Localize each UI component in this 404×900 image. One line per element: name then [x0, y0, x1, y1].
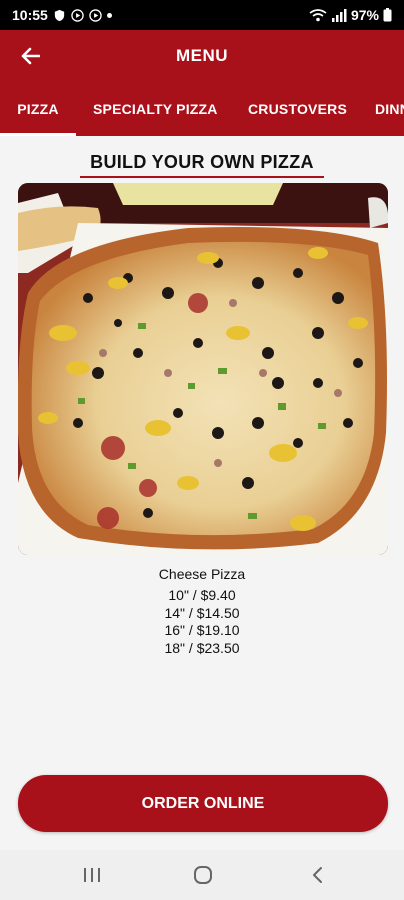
wifi-icon — [309, 8, 327, 21]
recent-apps-icon[interactable] — [81, 865, 103, 885]
status-bar: 10:55 97% — [0, 0, 404, 30]
section-title: BUILD YOUR OWN PIZZA — [0, 152, 404, 178]
arrow-left-icon — [21, 47, 40, 65]
back-icon[interactable] — [307, 865, 329, 885]
notification-dot-icon — [106, 12, 112, 18]
section-title-text: BUILD YOUR OWN PIZZA — [80, 152, 324, 178]
battery-percent: 97% — [350, 7, 379, 23]
price-16in: 16" / $19.10 — [164, 622, 240, 638]
price-10in: 10" / $9.40 — [168, 587, 236, 603]
page-title: MENU — [175, 46, 229, 65]
active-tab-indicator — [0, 133, 76, 136]
price-list: 10" / $9.40 14" / $14.50 16" / $19.10 18… — [0, 587, 404, 657]
tab-label: PIZZA — [17, 101, 59, 117]
play-icon — [71, 8, 84, 22]
shield-icon — [54, 9, 64, 21]
play-icon — [89, 8, 102, 22]
pizza-image — [18, 183, 388, 555]
order-online-button[interactable]: ORDER ONLINE — [18, 775, 388, 832]
tab-label: CRUSTOVERS — [248, 101, 347, 117]
home-icon[interactable] — [192, 865, 214, 885]
back-button[interactable] — [16, 42, 44, 70]
tab-crustovers[interactable]: CRUSTOVERS — [248, 82, 347, 136]
category-tabs: PIZZA SPECIALTY PIZZA CRUSTOVERS DINN — [0, 82, 404, 136]
tab-specialty-pizza[interactable]: SPECIALTY PIZZA — [93, 82, 218, 136]
signal-icon — [331, 8, 347, 22]
tab-label: SPECIALTY PIZZA — [93, 101, 218, 117]
battery-icon — [383, 8, 392, 22]
item-name: Cheese Pizza — [158, 566, 246, 582]
tab-label: DINN — [375, 101, 404, 117]
pizza-illustration — [18, 183, 388, 555]
price-18in: 18" / $23.50 — [164, 639, 240, 656]
price-14in: 14" / $14.50 — [164, 604, 240, 621]
status-time: 10:55 — [12, 7, 48, 23]
system-nav-bar — [0, 850, 404, 900]
tab-dinners[interactable]: DINN — [375, 82, 404, 136]
tab-pizza[interactable]: PIZZA — [0, 82, 76, 136]
app-bar: MENU — [0, 30, 404, 82]
